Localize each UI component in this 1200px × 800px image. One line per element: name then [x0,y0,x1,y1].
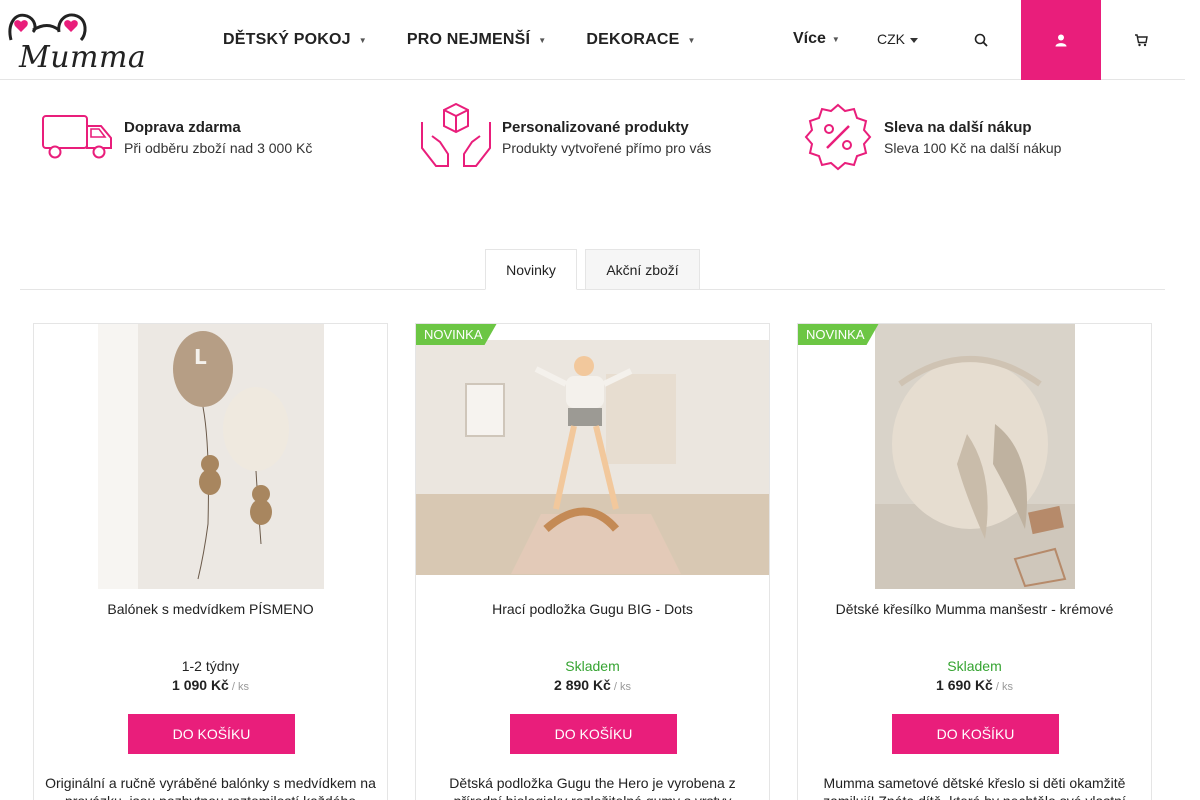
chevron-down-icon: ▼ [538,35,547,45]
benefit-subtitle: Při odběru zboží nad 3 000 Kč [124,139,313,156]
price: 1 090 Kč / ks [34,677,387,693]
product-card: NOVINKA Dětské křesílko Mumma manšestr -… [797,323,1152,800]
price-unit: / ks [231,681,249,693]
nav-item-pro-nejmensi[interactable]: PRO NEJMENŠÍ ▼ [407,31,546,49]
logo-text: Mumma [19,40,147,75]
benefit-subtitle: Produkty vytvořené přímo pro vás [502,139,712,156]
more-label: Více [793,30,826,47]
tab-akcni-zbozi[interactable]: Akční zboží [585,249,700,290]
price-value: 1 690 Kč [936,677,993,693]
price-value: 2 890 Kč [554,677,611,693]
logo[interactable]: Mumma [5,10,146,75]
dropdown-arrow-icon [910,37,918,43]
currency-select[interactable]: CZK [877,31,918,47]
add-to-cart-button[interactable]: DO KOŠÍKU [510,714,677,754]
main-nav: DĚTSKÝ POKOJ ▼ PRO NEJMENŠÍ ▼ DEKORACE ▼ [223,0,736,80]
nav-item-label: DEKORACE [586,31,680,48]
more-menu[interactable]: Více ▼ [793,30,840,48]
percent-badge-icon [800,100,876,174]
availability: 1-2 týdny [181,658,240,674]
price-unit: / ks [613,681,631,693]
availability: Skladem [947,658,1002,674]
product-description: Originální a ručně vyráběné balónky s me… [45,775,376,800]
svg-text:L: L [194,345,207,369]
user-icon [1055,34,1067,47]
product-name[interactable]: Hrací podložka Gugu BIG - Dots [426,601,759,617]
product-card: L Balónek s medvídkem PÍSMENO 1-2 týdny … [33,323,388,800]
add-to-cart-button[interactable]: DO KOŠÍKU [128,714,295,754]
benefit-subtitle: Sleva 100 Kč na další nákup [884,139,1062,156]
search-icon [974,33,988,47]
product-image[interactable] [416,324,769,589]
cart-button[interactable] [1101,0,1181,80]
chevron-down-icon: ▼ [358,35,367,45]
benefit-title: Doprava zdarma [124,118,241,136]
nav-item-label: DĚTSKÝ POKOJ [223,31,351,48]
new-badge: NOVINKA [798,324,879,345]
product-description: Mumma sametové dětské křeslo si děti oka… [823,775,1126,800]
price-unit: / ks [995,681,1013,693]
search-button[interactable] [941,0,1021,80]
new-badge: NOVINKA [416,324,497,345]
benefit-title: Sleva na další nákup [884,118,1032,136]
truck-icon [40,100,116,174]
availability: Skladem [565,658,620,674]
cart-icon [1135,34,1148,47]
tab-novinky[interactable]: Novinky [485,249,577,290]
product-name[interactable]: Dětské křesílko Mumma manšestr - krémové [808,601,1141,617]
benefit-personalized: Personalizované produkty Produkty vytvoř… [418,100,711,174]
nav-item-label: PRO NEJMENŠÍ [406,31,531,48]
add-to-cart-button[interactable]: DO KOŠÍKU [892,714,1059,754]
product-image[interactable]: L [34,324,387,589]
chevron-down-icon: ▼ [687,35,696,45]
price-value: 1 090 Kč [172,677,229,693]
product-card: NOVINKA Hrací podložka Gugu BIG - Dots S… [415,323,770,800]
product-name[interactable]: Balónek s medvídkem PÍSMENO [44,601,377,617]
hands-box-icon [418,100,494,174]
nav-item-detsky-pokoj[interactable]: DĚTSKÝ POKOJ ▼ [223,31,367,49]
site-header: Mumma DĚTSKÝ POKOJ ▼ PRO NEJMENŠÍ ▼ DEKO… [0,0,1185,80]
price: 2 890 Kč / ks [416,677,769,693]
product-description: Dětská podložka Gugu the Hero je vyroben… [449,775,736,800]
currency-value: CZK [877,31,905,47]
product-image[interactable] [798,324,1151,589]
benefit-discount: Sleva na další nákup Sleva 100 Kč na dal… [800,100,1061,174]
price: 1 690 Kč / ks [798,677,1151,693]
chevron-down-icon: ▼ [831,34,840,44]
benefit-title: Personalizované produkty [502,118,689,136]
benefit-free-shipping: Doprava zdarma Při odběru zboží nad 3 00… [40,100,312,174]
user-button[interactable] [1021,0,1101,80]
nav-item-dekorace[interactable]: DEKORACE ▼ [586,31,695,49]
